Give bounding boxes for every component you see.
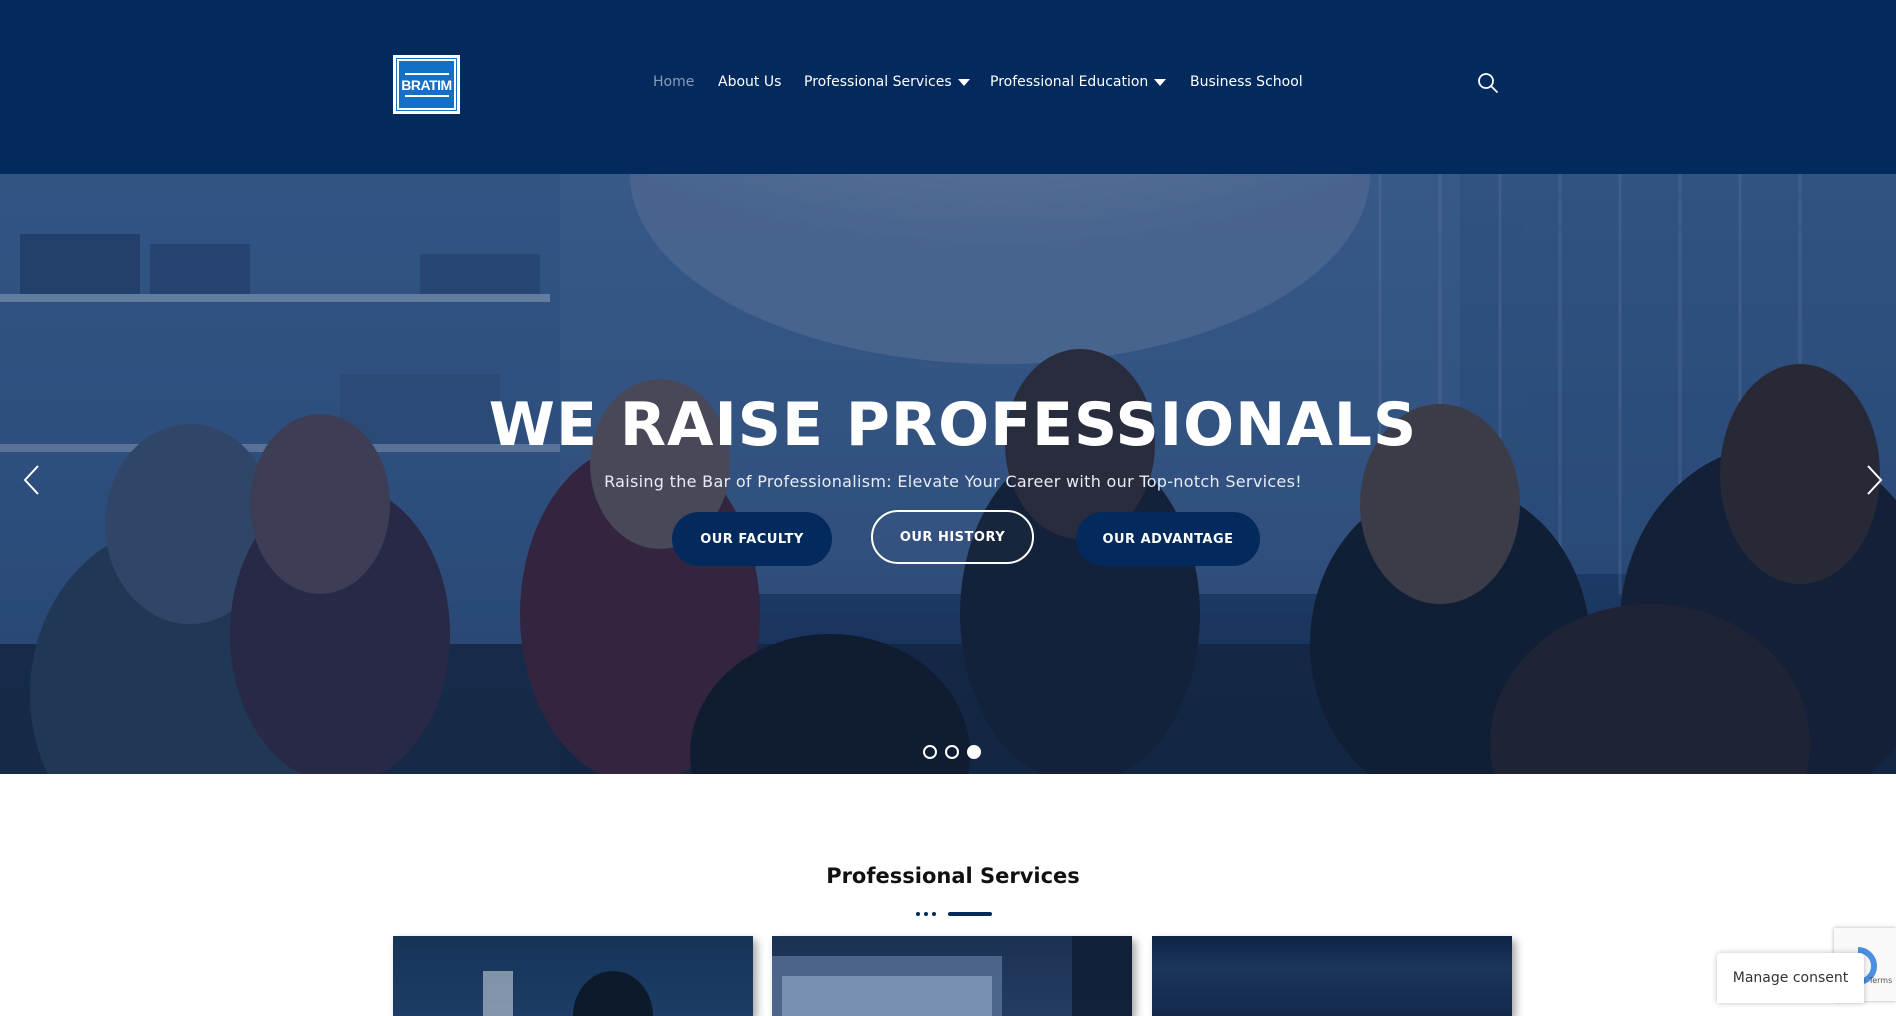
section-title-bold: Services xyxy=(980,864,1080,888)
section-separator xyxy=(916,912,992,916)
nav-home-label: Home xyxy=(653,74,695,90)
caret-down-icon xyxy=(957,78,970,86)
service-card-1-image xyxy=(483,971,653,1016)
nav-business-school-label: Business School xyxy=(1190,74,1303,90)
chevron-left-icon[interactable] xyxy=(20,460,44,500)
our-faculty-button[interactable]: OUR FACULTY xyxy=(672,512,832,566)
nav-professional-education[interactable]: Professional Education xyxy=(990,74,1167,90)
nav-professional-education-label: Professional Education xyxy=(990,74,1149,90)
service-card-2-image xyxy=(772,936,1132,1016)
caret-down-icon xyxy=(1154,78,1167,86)
slider-pagination xyxy=(923,745,981,759)
our-advantage-button[interactable]: OUR ADVANTAGE xyxy=(1076,512,1260,566)
service-card-2[interactable] xyxy=(772,936,1132,1016)
slide-dot-1[interactable] xyxy=(923,745,937,759)
hero-title: WE RAISE PROFESSIONALS xyxy=(488,390,1418,460)
nav-about-us-label: About Us xyxy=(718,74,782,90)
nav-professional-services[interactable]: Professional Services xyxy=(804,74,970,90)
logo-text: BRATIM xyxy=(401,76,452,93)
slide-dot-3[interactable] xyxy=(967,745,981,759)
slide-dot-2[interactable] xyxy=(945,745,959,759)
section-title: Professional Services xyxy=(0,864,1896,888)
nav-home[interactable]: Home xyxy=(653,74,694,90)
manage-consent-button[interactable]: Manage consent xyxy=(1717,953,1864,1003)
bratim-logo[interactable]: BRATIM xyxy=(393,55,460,114)
hero-subtitle: Raising the Bar of Professionalism: Elev… xyxy=(604,472,1302,491)
site-header: BRATIM Home About Us Professional Servic… xyxy=(0,0,1896,174)
hero-slider: WE RAISE PROFESSIONALS Raising the Bar o… xyxy=(0,174,1896,774)
chevron-right-icon[interactable] xyxy=(1862,460,1886,500)
search-icon[interactable] xyxy=(1476,71,1500,95)
nav-professional-services-label: Professional Services xyxy=(804,74,952,90)
nav-business-school[interactable]: Business School xyxy=(1190,74,1303,90)
our-history-button[interactable]: OUR HISTORY xyxy=(871,510,1034,564)
service-card-3[interactable] xyxy=(1152,936,1512,1016)
service-card-1[interactable] xyxy=(393,936,753,1016)
section-title-light: Professional xyxy=(826,864,973,888)
nav-about-us[interactable]: About Us xyxy=(718,74,781,90)
